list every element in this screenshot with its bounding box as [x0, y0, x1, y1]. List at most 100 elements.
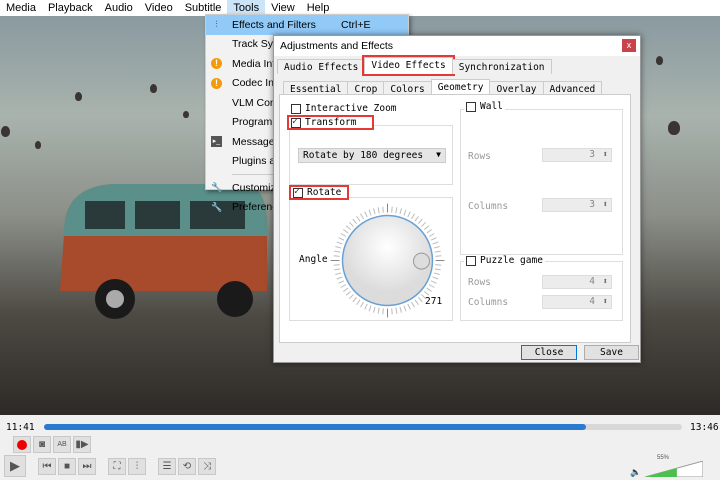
- save-button[interactable]: Save: [584, 345, 639, 360]
- dial-tick: [373, 208, 376, 215]
- puzzle-rows-spinbox[interactable]: 4: [542, 275, 612, 289]
- puzzle-rows-label: Rows: [466, 277, 493, 288]
- fullscreen-icon: ⛶: [113, 461, 121, 472]
- dial-tick: [352, 218, 358, 225]
- playlist-button[interactable]: ☰: [158, 458, 176, 475]
- play-button[interactable]: ▶: [4, 455, 26, 477]
- loop-icon: ⟲: [182, 461, 192, 472]
- wall-checkbox[interactable]: Wall: [464, 101, 505, 112]
- dial-tick: [414, 215, 419, 222]
- dial-tick: [356, 215, 361, 222]
- elapsed-time: 11:41: [6, 422, 35, 433]
- checkbox[interactable]: [466, 101, 476, 112]
- tab-video-effects[interactable]: Video Effects: [362, 55, 455, 76]
- dial-tick: [421, 221, 427, 227]
- dial-tick: [411, 301, 415, 308]
- wall-columns-spinbox[interactable]: 3: [542, 198, 612, 212]
- rotate-checkbox[interactable]: Rotate: [289, 185, 349, 200]
- tab-synchronization[interactable]: Synchronization: [451, 59, 552, 74]
- puzzle-group: [460, 261, 623, 321]
- transform-select[interactable]: Rotate by 180 degrees ▼: [298, 148, 446, 163]
- dial-tick: [333, 264, 340, 266]
- angle-value: 271: [425, 296, 443, 307]
- camera-icon: ◙: [38, 439, 46, 450]
- checkbox-label: Rotate: [307, 187, 342, 198]
- close-icon[interactable]: x: [622, 39, 636, 52]
- checkbox[interactable]: [293, 186, 303, 198]
- interactive-zoom-checkbox[interactable]: Interactive Zoom: [289, 103, 399, 114]
- wall-columns-label: Columns: [466, 201, 511, 212]
- dial-tick: [411, 213, 415, 220]
- dial-tick: [335, 272, 342, 275]
- frame-step-icon: ▮▶: [75, 439, 89, 450]
- close-button[interactable]: Close: [521, 345, 577, 360]
- dial-tick: [345, 225, 352, 231]
- dial-tick: [342, 229, 349, 234]
- angle-label: Angle: [297, 254, 330, 265]
- wall-rows-spinbox[interactable]: 3: [542, 148, 612, 162]
- dial-tick: [368, 305, 372, 312]
- stop-button[interactable]: ■: [58, 458, 76, 475]
- previous-button[interactable]: ⏮: [38, 458, 56, 475]
- dial-tick: [345, 290, 352, 296]
- dial-tick: [360, 213, 364, 220]
- dial-handle[interactable]: [412, 252, 430, 270]
- checkbox[interactable]: [291, 103, 301, 114]
- fullscreen-button[interactable]: ⛶: [108, 458, 126, 475]
- dial-tick: [403, 305, 407, 312]
- dial-tick: [348, 221, 354, 227]
- transform-checkbox[interactable]: Transform: [287, 115, 374, 130]
- wrench-icon: 🔧: [211, 182, 223, 192]
- menu-video[interactable]: Video: [139, 0, 179, 16]
- record-button[interactable]: [13, 436, 31, 453]
- dial-tick: [382, 206, 384, 213]
- dial-tick: [433, 272, 440, 275]
- speaker-icon[interactable]: 🔈: [630, 467, 641, 478]
- dial-tick: [395, 207, 398, 214]
- seek-bar[interactable]: [44, 424, 682, 430]
- dial-tick: [333, 255, 340, 257]
- dial-tick: [395, 307, 398, 314]
- menu-item-label: VLM Conf: [232, 96, 279, 109]
- dial-tick: [334, 268, 341, 271]
- loop-ab-button[interactable]: AB: [53, 436, 71, 453]
- puzzle-checkbox[interactable]: Puzzle game: [464, 255, 545, 266]
- checkbox-label: Interactive Zoom: [305, 103, 397, 114]
- balloon: [35, 141, 41, 149]
- extended-settings-button[interactable]: ⫶: [128, 458, 146, 475]
- balloon: [656, 56, 663, 65]
- menu-item-effects-filters[interactable]: ⫶ Effects and Filters Ctrl+E: [206, 15, 408, 35]
- balloon: [75, 92, 82, 101]
- dial-tick: [336, 276, 343, 280]
- playlist-icon: ☰: [162, 461, 172, 472]
- menu-item-label: Effects and Filters: [232, 18, 316, 31]
- dial-tick: [342, 287, 349, 292]
- messages-icon: ▸_: [211, 136, 222, 147]
- shuffle-button[interactable]: ⤨: [198, 458, 216, 475]
- puzzle-columns-spinbox[interactable]: 4: [542, 295, 612, 309]
- checkbox[interactable]: [466, 255, 476, 266]
- menu-audio[interactable]: Audio: [99, 0, 139, 16]
- menu-playback[interactable]: Playback: [42, 0, 99, 16]
- checkbox-label: Transform: [305, 117, 357, 128]
- dial-tick: [426, 287, 433, 292]
- previous-icon: ⏮: [42, 461, 52, 472]
- snapshot-button[interactable]: ◙: [33, 436, 51, 453]
- dial-tick: [423, 225, 430, 231]
- dial-tick: [338, 280, 345, 284]
- wall-group: [460, 109, 623, 255]
- stop-icon: ■: [63, 461, 71, 472]
- dial-tick: [360, 301, 364, 308]
- checkbox-label: Puzzle game: [480, 255, 543, 266]
- menu-media[interactable]: Media: [0, 0, 42, 16]
- wrench-icon: 🔧: [211, 201, 223, 212]
- loop-button[interactable]: ⟲: [178, 458, 196, 475]
- frame-step-button[interactable]: ▮▶: [73, 436, 91, 453]
- tab-audio-effects[interactable]: Audio Effects: [277, 59, 366, 74]
- dial-tick: [435, 264, 442, 266]
- dial-tick: [399, 208, 402, 215]
- dial-tick: [434, 250, 441, 253]
- checkbox[interactable]: [291, 116, 301, 128]
- volume-slider[interactable]: [645, 461, 703, 477]
- next-button[interactable]: ⏭: [78, 458, 96, 475]
